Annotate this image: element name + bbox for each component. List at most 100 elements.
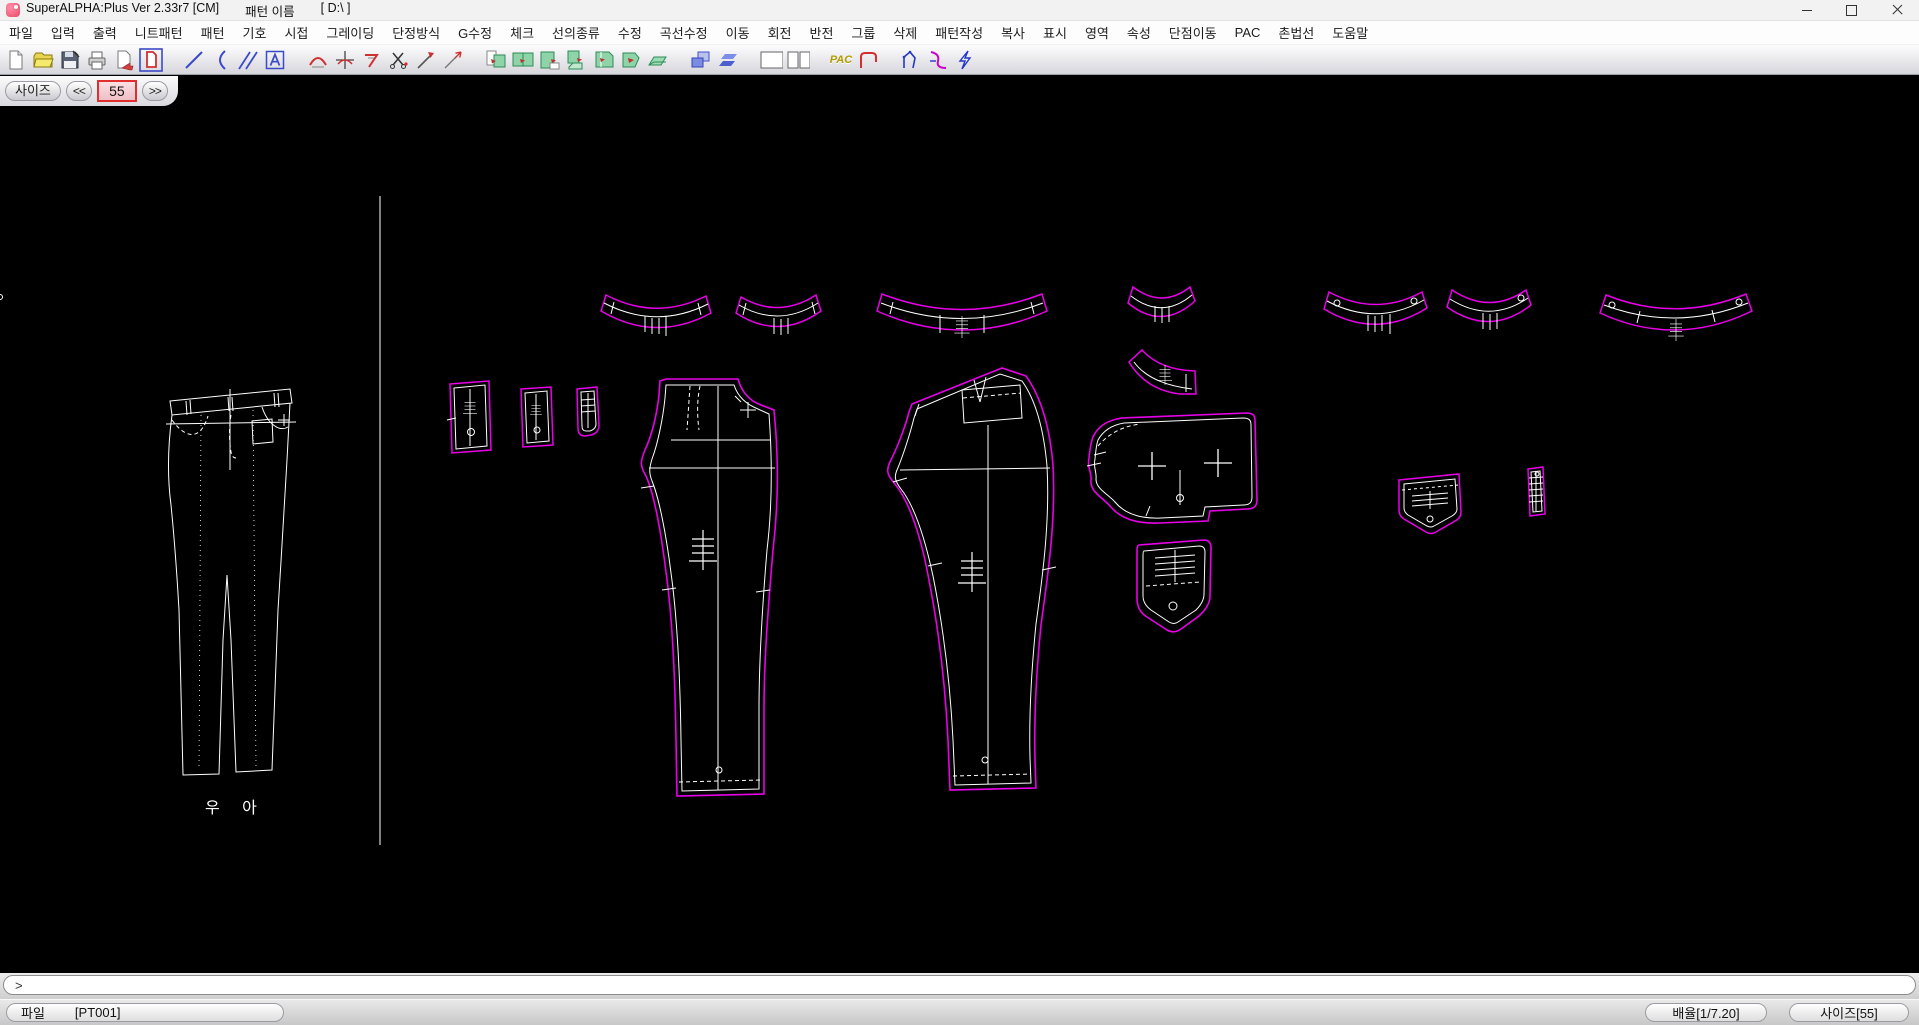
menu-item-pac[interactable]: PAC <box>1226 23 1270 42</box>
size-badge: 사이즈[55] <box>1789 1003 1909 1022</box>
pattern-merge-icon[interactable] <box>592 48 616 72</box>
size-tab[interactable]: 사이즈 <box>5 81 61 101</box>
menu-item-input[interactable]: 입력 <box>42 21 84 44</box>
close-icon <box>1892 5 1902 15</box>
pattern-piece-back-leg[interactable] <box>888 368 1056 790</box>
line-tool-icon[interactable] <box>182 48 206 72</box>
measure-arrow-tool-icon[interactable] <box>414 48 438 72</box>
curve-tool-icon[interactable] <box>209 48 233 72</box>
measure-arrow-alt-tool-icon[interactable] <box>441 48 465 72</box>
menu-item-copy[interactable]: 복사 <box>992 21 1034 44</box>
menu-bar: 파일 입력 출력 니트패턴 패턴 기호 시접 그레이딩 단정방식 G수정 체크 … <box>0 21 1919 44</box>
close-button[interactable] <box>1874 0 1919 20</box>
pattern-flatten-icon[interactable] <box>646 48 670 72</box>
pattern-piece-waistband-4[interactable] <box>0 287 1195 323</box>
menu-item-output[interactable]: 출력 <box>84 21 126 44</box>
frame-double-icon[interactable] <box>786 48 810 72</box>
print-icon[interactable] <box>85 48 109 72</box>
pattern-piece-waistband-3[interactable] <box>877 294 1047 338</box>
pattern-piece-facing-2[interactable] <box>521 387 553 447</box>
pattern-piece-facing-1[interactable] <box>447 381 491 453</box>
hook-tool-icon[interactable] <box>856 48 880 72</box>
menu-item-seam[interactable]: 시접 <box>275 21 317 44</box>
file-status-value: [PT001] <box>75 1005 121 1020</box>
new-document-icon[interactable] <box>4 48 28 72</box>
size-next-button[interactable]: >> <box>142 81 168 101</box>
file-status-pill: 파일 [PT001] <box>6 1003 284 1022</box>
menu-item-edit[interactable]: 수정 <box>609 21 651 44</box>
pattern-copy-icon[interactable] <box>511 48 535 72</box>
scissors-tool-icon[interactable] <box>387 48 411 72</box>
text-tool-icon[interactable] <box>263 48 287 72</box>
pattern-piece-back-yoke[interactable] <box>1087 413 1257 523</box>
pac-icon-label: PAC <box>830 54 852 66</box>
frame-icon[interactable] <box>759 48 783 72</box>
angle-tool-icon[interactable] <box>360 48 384 72</box>
layer-copy-icon[interactable] <box>689 48 713 72</box>
layer-stack-icon[interactable] <box>716 48 740 72</box>
size-prev-button[interactable]: << <box>66 81 92 101</box>
menu-item-group[interactable]: 그룹 <box>842 21 884 44</box>
menu-item-check[interactable]: 체크 <box>501 21 543 44</box>
file-path-label: [ D:\ ] <box>321 1 351 20</box>
pattern-split-icon[interactable] <box>565 48 589 72</box>
pattern-rotate-icon[interactable] <box>619 48 643 72</box>
active-document-icon[interactable] <box>139 48 163 72</box>
maximize-icon <box>1846 5 1857 16</box>
minimize-button[interactable] <box>1784 0 1829 20</box>
export-document-icon[interactable] <box>112 48 136 72</box>
maximize-button[interactable] <box>1829 0 1874 20</box>
pattern-piece-waistband-1[interactable] <box>601 295 711 336</box>
pattern-piece-waistband-5[interactable] <box>1324 292 1427 334</box>
garment-preview-sketch[interactable]: 우 아 <box>166 389 296 817</box>
menu-item-display[interactable]: 표시 <box>1034 21 1076 44</box>
menu-item-flip[interactable]: 반전 <box>800 21 842 44</box>
menu-item-notch-method[interactable]: 단정방식 <box>383 21 449 44</box>
menu-item-point-move[interactable]: 단점이동 <box>1160 21 1226 44</box>
pattern-cut-icon[interactable] <box>538 48 562 72</box>
parallel-lines-tool-icon[interactable] <box>236 48 260 72</box>
command-input[interactable]: > <box>3 975 1916 995</box>
menu-item-help[interactable]: 도움말 <box>1323 21 1377 44</box>
arc-tool-icon[interactable] <box>306 48 330 72</box>
window-title: SuperALPHA:Plus Ver 2.33r7 [CM] 패턴 이름 [ … <box>26 1 351 20</box>
polyline-tool-icon[interactable] <box>899 48 923 72</box>
pattern-name-label: 패턴 이름 <box>245 1 294 20</box>
pattern-piece-front-leg[interactable] <box>641 379 777 796</box>
menu-item-dimension-line[interactable]: 촌법선 <box>1269 21 1323 44</box>
menu-item-rotate[interactable]: 회전 <box>759 21 801 44</box>
menu-item-g-edit[interactable]: G수정 <box>449 21 501 44</box>
pattern-piece-pocket-bag[interactable] <box>1137 540 1211 632</box>
menu-item-file[interactable]: 파일 <box>0 21 42 44</box>
menu-item-area[interactable]: 영역 <box>1076 21 1118 44</box>
menu-item-line-type[interactable]: 선의종류 <box>543 21 609 44</box>
pattern-piece-fly-guard[interactable] <box>577 387 599 436</box>
size-value-box[interactable]: 55 <box>97 80 137 102</box>
intersect-tool-icon[interactable] <box>333 48 357 72</box>
menu-item-curve-edit[interactable]: 곡선수정 <box>651 21 717 44</box>
pattern-piece-waistband-2[interactable] <box>736 295 821 335</box>
lightning-tool-icon[interactable] <box>953 48 977 72</box>
curve-edit-tool-icon[interactable] <box>926 48 950 72</box>
pattern-piece-pocket-flap[interactable] <box>1399 474 1461 534</box>
menu-item-delete[interactable]: 삭제 <box>884 21 926 44</box>
menu-item-property[interactable]: 속성 <box>1118 21 1160 44</box>
menu-item-symbol[interactable]: 기호 <box>234 21 276 44</box>
menu-item-pattern[interactable]: 패턴 <box>192 21 234 44</box>
open-folder-icon[interactable] <box>31 48 55 72</box>
status-bar: 파일 [PT001] 배율[1/7.20] 사이즈[55] <box>0 999 1919 1025</box>
menu-item-grading[interactable]: 그레이딩 <box>317 21 383 44</box>
application-window: SuperALPHA:Plus Ver 2.33r7 [CM] 패턴 이름 [ … <box>0 0 1919 1025</box>
scale-badge: 배율[1/7.20] <box>1645 1003 1767 1022</box>
pattern-piece-belt-loop[interactable] <box>1528 467 1545 516</box>
pattern-piece-waistband-7[interactable] <box>1600 294 1752 341</box>
pattern-piece-yoke-band[interactable] <box>1129 350 1196 394</box>
pattern-extract-icon[interactable] <box>484 48 508 72</box>
pattern-piece-waistband-6[interactable] <box>1447 290 1531 330</box>
menu-item-move[interactable]: 이동 <box>717 21 759 44</box>
drawing-canvas[interactable]: 우 아 <box>0 76 1919 973</box>
save-icon[interactable] <box>58 48 82 72</box>
menu-item-knit-pattern[interactable]: 니트패턴 <box>126 21 192 44</box>
menu-item-pattern-create[interactable]: 패턴작성 <box>926 21 992 44</box>
pac-icon[interactable]: PAC <box>829 48 853 72</box>
